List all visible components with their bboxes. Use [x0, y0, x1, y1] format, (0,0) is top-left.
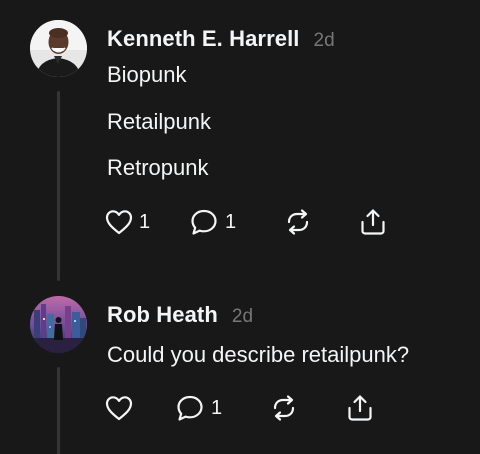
post-text-line: Retropunk: [107, 155, 209, 180]
avatar[interactable]: [30, 296, 87, 353]
reply-button[interactable]: 1: [175, 393, 222, 423]
like-button[interactable]: 1: [105, 207, 150, 237]
share-icon: [361, 209, 385, 235]
share-icon: [348, 395, 372, 421]
reply-count: 1: [211, 396, 223, 419]
author-name[interactable]: Rob Heath: [107, 302, 218, 328]
thread-line: [57, 367, 60, 454]
reply-thread: Kenneth E. Harrell 2d Biopunk Retailpunk…: [0, 0, 480, 454]
repost-button[interactable]: [269, 393, 299, 423]
post-text-line: Could you describe retailpunk?: [107, 342, 410, 367]
post-text-line: Biopunk: [107, 62, 187, 87]
reply-count: 1: [225, 210, 237, 233]
repost-icon: [273, 395, 295, 421]
comment-icon: [177, 395, 203, 421]
post-header: Kenneth E. Harrell 2d: [107, 26, 335, 52]
author-name[interactable]: Kenneth E. Harrell: [107, 26, 300, 52]
timestamp[interactable]: 2d: [232, 306, 253, 328]
share-button[interactable]: [358, 207, 388, 237]
thread-line: [57, 91, 60, 281]
heart-icon: [105, 210, 133, 235]
avatar[interactable]: [30, 20, 87, 77]
post-text-line: Retailpunk: [107, 109, 211, 134]
post-header: Rob Heath 2d: [107, 302, 253, 328]
heart-icon: [105, 396, 133, 421]
like-button[interactable]: [105, 393, 133, 423]
repost-button[interactable]: [283, 207, 313, 237]
timestamp[interactable]: 2d: [314, 30, 335, 52]
share-button[interactable]: [345, 393, 375, 423]
like-count: 1: [139, 210, 151, 233]
repost-icon: [287, 209, 309, 235]
reply-button[interactable]: 1: [189, 207, 236, 237]
comment-icon: [191, 209, 217, 235]
